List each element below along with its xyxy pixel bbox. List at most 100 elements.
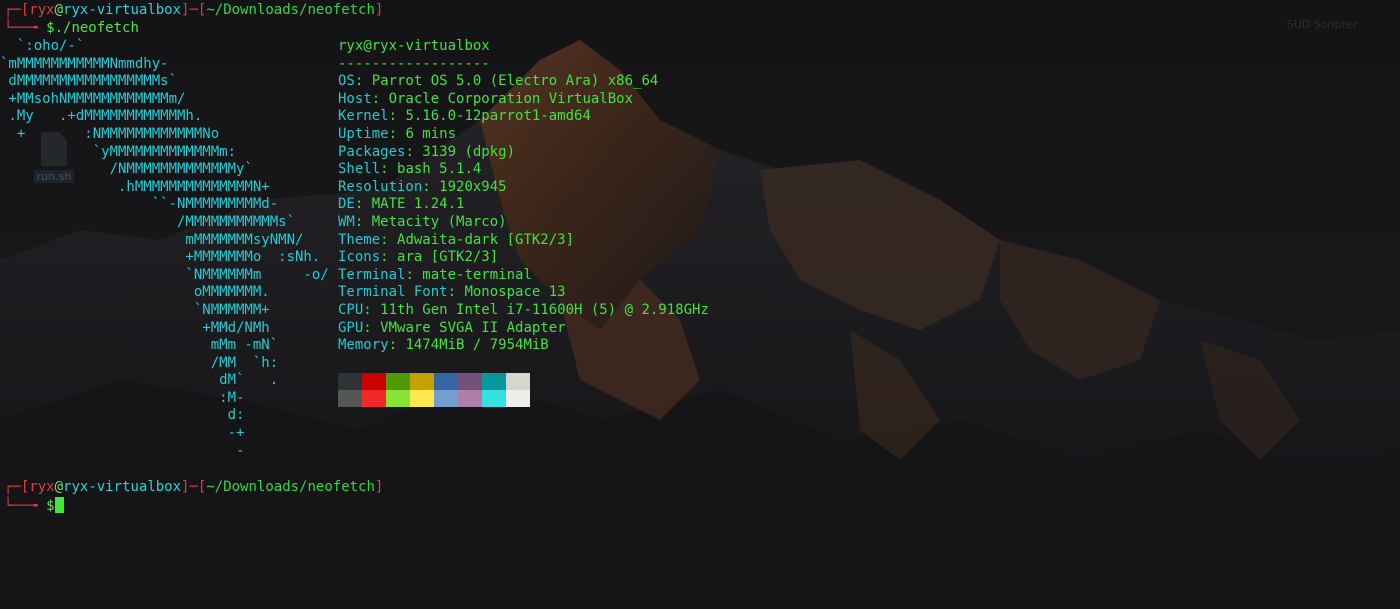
info-key: Memory	[338, 337, 389, 354]
info-value: 6 mins	[405, 125, 457, 142]
ascii-line: `NMMMMMMm -o/	[0, 266, 329, 283]
prompt-corner-bottom: └──╼	[4, 498, 47, 514]
info-field: OS: Parrot OS 5.0 (Electro Ara) x86_64	[338, 73, 709, 91]
info-title-user: ryx	[338, 38, 364, 54]
info-underline: ------------------	[338, 55, 490, 72]
color-swatch	[482, 373, 506, 390]
ascii-line: -	[0, 442, 245, 459]
info-field: DE: MATE 1.24.1	[338, 196, 709, 214]
ascii-line: dMMMMMMMMMMMMMMMMMs`	[0, 73, 178, 90]
command-line-2[interactable]: └──╼ $	[4, 497, 64, 515]
color-swatch	[482, 390, 506, 407]
info-colon: :	[380, 161, 398, 178]
info-key: Theme	[338, 231, 381, 248]
info-value: Oracle Corporation VirtualBox	[388, 90, 634, 107]
ascii-line: + :NMMMMMMMMMMMMNo	[0, 125, 220, 142]
ascii-line: +MMMMMMMo :sNh.	[0, 249, 321, 266]
info-colon: :	[363, 319, 381, 336]
ascii-line: :M-	[0, 389, 245, 406]
info-field: Terminal: mate-terminal	[338, 267, 709, 285]
info-colon: :	[388, 125, 406, 142]
info-colon: :	[422, 178, 440, 195]
info-colon: :	[405, 266, 423, 283]
color-swatch	[458, 373, 482, 390]
info-key: DE	[338, 196, 355, 213]
info-value: Metacity (Marco)	[371, 213, 507, 230]
ascii-line: `mMMMMMMMMMMMNmmdhy-	[0, 55, 169, 72]
ascii-line: .My .+dMMMMMMMMMMMMh.	[0, 108, 203, 125]
prompt-dir: ~/Downloads/neofetch	[206, 2, 375, 18]
info-field: Memory: 1474MiB / 7954MiB	[338, 337, 709, 355]
palette-row-bright	[338, 390, 530, 407]
ascii-line: +MMd/NMh	[0, 319, 270, 336]
info-key: Packages	[338, 143, 406, 160]
ascii-line: dM` .	[0, 372, 279, 389]
ascii-line: oMMMMMMM.	[0, 284, 270, 301]
prompt-bracket-close: ]	[374, 479, 384, 495]
info-colon: :	[380, 249, 398, 266]
info-value: VMware SVGA II Adapter	[380, 319, 566, 336]
info-key: Icons	[338, 249, 381, 266]
info-value: 11th Gen Intel i7-11600H (5) @ 2.918GHz	[380, 301, 709, 318]
terminal-window[interactable]: ┌─[ryx@ryx-virtualbox]─[~/Downloads/neof…	[0, 0, 1400, 609]
prompt-corner-bottom: └──╼	[4, 20, 47, 36]
prompt-at: @	[54, 2, 64, 18]
info-key: Shell	[338, 161, 381, 178]
info-field: Packages: 3139 (dpkg)	[338, 144, 709, 162]
info-field: CPU: 11th Gen Intel i7-11600H (5) @ 2.91…	[338, 302, 709, 320]
info-colon: :	[371, 90, 389, 107]
info-colon: :	[405, 143, 423, 160]
prompt-user: ryx	[29, 2, 55, 18]
prompt-symbol: $	[46, 20, 55, 36]
prompt-symbol: $	[46, 498, 55, 514]
info-key: Terminal	[338, 266, 406, 283]
ascii-line: /MMMMMMMMMMMs`	[0, 213, 296, 230]
color-swatch	[338, 390, 362, 407]
info-value: bash 5.1.4	[397, 161, 482, 178]
info-value: Parrot OS 5.0 (Electro Ara) x86_64	[371, 73, 659, 90]
command-text: ./neofetch	[54, 20, 139, 36]
prompt-bracket: ]─[	[181, 479, 207, 495]
info-title-at: @	[363, 38, 372, 54]
prompt-corner: ┌─[	[4, 479, 30, 495]
color-swatch	[506, 373, 530, 390]
info-value: mate-terminal	[422, 266, 532, 283]
prompt-bracket-close: ]	[374, 2, 384, 18]
info-field: Uptime: 6 mins	[338, 126, 709, 144]
info-colon: :	[380, 231, 398, 248]
ascii-line: `:oho/-`	[0, 38, 85, 54]
ascii-line: `yMMMMMMMMMMMMMm:	[0, 143, 237, 160]
ascii-line: d:	[0, 407, 245, 424]
ascii-line: `NMMMMMM+	[0, 301, 270, 318]
color-swatch	[506, 390, 530, 407]
color-swatch	[362, 373, 386, 390]
info-field: Theme: Adwaita-dark [GTK2/3]	[338, 232, 709, 250]
ascii-line: +MMsohNMMMMMMMMMMMMm/	[0, 90, 186, 107]
color-swatch	[338, 373, 362, 390]
info-colon: :	[363, 301, 381, 318]
info-title: ryx@ryx-virtualbox	[338, 38, 709, 56]
ascii-line: ``-NMMMMMMMMMd-	[0, 196, 279, 213]
info-field: Kernel: 5.16.0-12parrot1-amd64	[338, 108, 709, 126]
info-colon: :	[354, 73, 372, 90]
prompt-at: @	[54, 479, 64, 495]
info-value: 5.16.0-12parrot1-amd64	[405, 108, 591, 125]
info-value: 1920x945	[439, 178, 507, 195]
info-field: GPU: VMware SVGA II Adapter	[338, 320, 709, 338]
info-fields: OS: Parrot OS 5.0 (Electro Ara) x86_64 Ho…	[338, 73, 709, 355]
color-swatch	[386, 373, 410, 390]
ascii-line: /NMMMMMMMMMMMMMy`	[0, 161, 253, 178]
prompt-user: ryx	[29, 479, 55, 495]
text-cursor[interactable]	[54, 497, 64, 513]
prompt-host: ryx-virtualbox	[63, 2, 182, 18]
info-colon: :	[354, 196, 372, 213]
color-swatch	[410, 390, 434, 407]
color-swatch	[434, 390, 458, 407]
ascii-line: mMm -mN`	[0, 337, 279, 354]
palette-row-normal	[338, 373, 530, 390]
parrot-ascii-logo: `:oho/-` `mMMMMMMMMMMMNmmdhy- dMMMMMMMMMM…	[0, 38, 329, 460]
info-colon: :	[388, 108, 406, 125]
ascii-line: -+	[0, 425, 245, 442]
info-key: GPU	[338, 319, 364, 336]
info-field: Terminal Font: Monospace 13	[338, 284, 709, 302]
